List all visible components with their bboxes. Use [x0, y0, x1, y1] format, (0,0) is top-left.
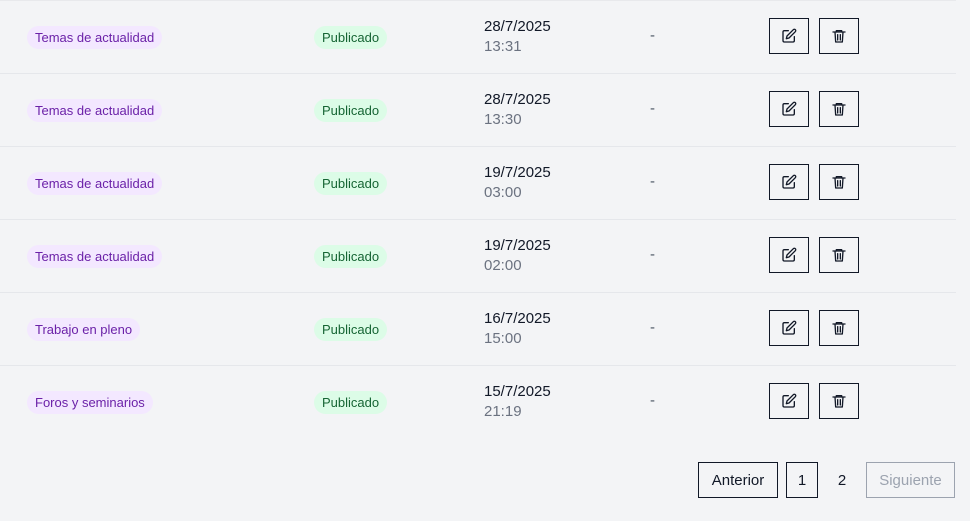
category-badge: Temas de actualidad [27, 245, 163, 268]
date-text: 16/7/2025 [484, 310, 551, 327]
edit-icon [782, 320, 797, 335]
delete-button[interactable] [819, 237, 859, 273]
status-badge: Publicado [314, 99, 388, 122]
table-row: Temas de actualidad Publicado 28/7/2025 … [0, 73, 956, 146]
delete-button[interactable] [819, 383, 859, 419]
date-text: 28/7/2025 [484, 91, 551, 108]
table-row: Trabajo en pleno Publicado 16/7/2025 15:… [0, 292, 956, 365]
page-1-button[interactable]: 1 [786, 462, 818, 498]
delete-button[interactable] [819, 91, 859, 127]
trash-icon [832, 103, 846, 116]
edit-icon [782, 174, 797, 189]
empty-value: - [650, 319, 655, 336]
empty-value: - [650, 27, 655, 44]
status-badge: Publicado [314, 318, 388, 341]
edit-button[interactable] [769, 18, 809, 54]
posts-table: Temas de actualidad Publicado 28/7/2025 … [0, 0, 956, 438]
category-badge: Trabajo en pleno [27, 318, 141, 341]
trash-icon [832, 395, 846, 408]
delete-button[interactable] [819, 164, 859, 200]
date-text: 15/7/2025 [484, 383, 551, 400]
edit-icon [782, 393, 797, 408]
edit-icon [782, 247, 797, 262]
trash-icon [832, 249, 846, 262]
time-text: 03:00 [484, 184, 522, 201]
previous-page-button[interactable]: Anterior [698, 462, 778, 498]
status-badge: Publicado [314, 245, 388, 268]
status-badge: Publicado [314, 26, 388, 49]
edit-icon [782, 28, 797, 43]
page-2-button[interactable]: 2 [826, 462, 858, 498]
time-text: 21:19 [484, 403, 522, 420]
table-row: Temas de actualidad Publicado 19/7/2025 … [0, 146, 956, 219]
time-text: 13:30 [484, 111, 522, 128]
date-text: 19/7/2025 [484, 237, 551, 254]
edit-button[interactable] [769, 91, 809, 127]
table-row: Temas de actualidad Publicado 19/7/2025 … [0, 219, 956, 292]
edit-button[interactable] [769, 164, 809, 200]
empty-value: - [650, 173, 655, 190]
time-text: 15:00 [484, 330, 522, 347]
trash-icon [832, 30, 846, 43]
edit-button[interactable] [769, 237, 809, 273]
date-text: 19/7/2025 [484, 164, 551, 181]
category-badge: Temas de actualidad [27, 99, 163, 122]
status-badge: Publicado [314, 172, 388, 195]
table-row: Foros y seminarios Publicado 15/7/2025 2… [0, 365, 956, 438]
table-row: Temas de actualidad Publicado 28/7/2025 … [0, 0, 956, 73]
trash-icon [832, 322, 846, 335]
empty-value: - [650, 392, 655, 409]
trash-icon [832, 176, 846, 189]
empty-value: - [650, 246, 655, 263]
edit-button[interactable] [769, 310, 809, 346]
category-badge: Temas de actualidad [27, 172, 163, 195]
edit-icon [782, 101, 797, 116]
status-badge: Publicado [314, 391, 388, 414]
time-text: 13:31 [484, 38, 522, 55]
delete-button[interactable] [819, 18, 859, 54]
category-badge: Temas de actualidad [27, 26, 163, 49]
date-text: 28/7/2025 [484, 18, 551, 35]
category-badge: Foros y seminarios [27, 391, 153, 414]
delete-button[interactable] [819, 310, 859, 346]
edit-button[interactable] [769, 383, 809, 419]
next-page-button[interactable]: Siguiente [866, 462, 955, 498]
empty-value: - [650, 100, 655, 117]
time-text: 02:00 [484, 257, 522, 274]
